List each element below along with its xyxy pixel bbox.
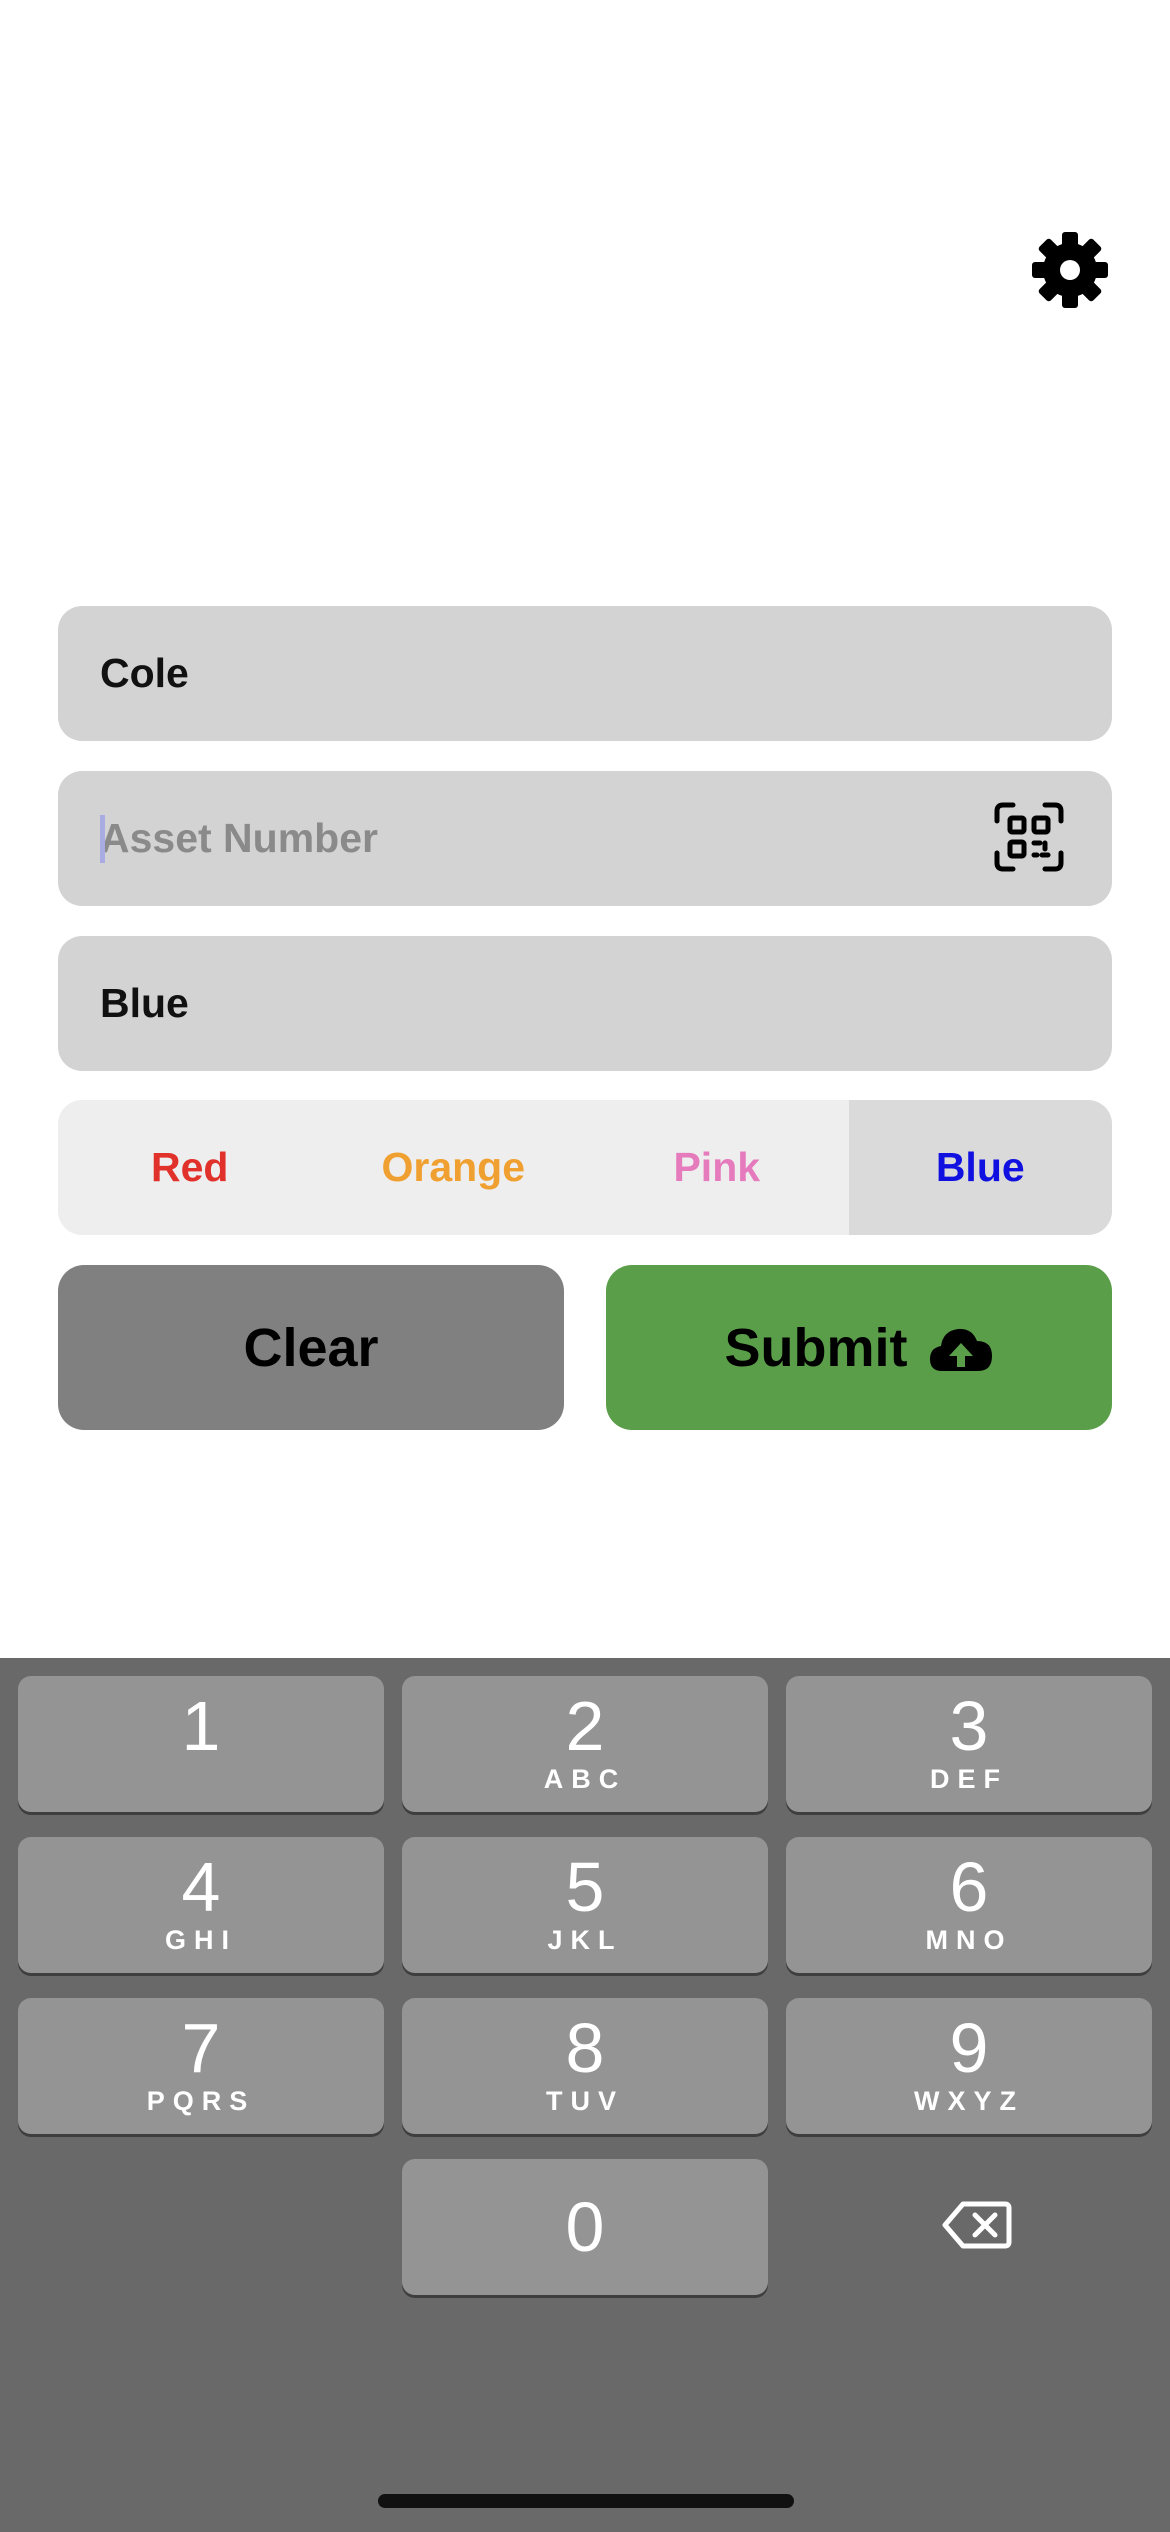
- key-digit: 7: [181, 2009, 221, 2087]
- key-3[interactable]: 3 DEF: [786, 1676, 1152, 1812]
- qr-scan-icon: [994, 802, 1064, 872]
- key-digit: 2: [565, 1687, 605, 1765]
- scan-button[interactable]: [993, 801, 1065, 873]
- key-1[interactable]: 1: [18, 1676, 384, 1812]
- text-caret: [100, 815, 105, 863]
- name-field-value: Cole: [100, 650, 189, 696]
- cloud-upload-icon: [929, 1328, 992, 1371]
- color-segmented-control[interactable]: Red Orange Pink Blue: [58, 1100, 1112, 1235]
- submit-button[interactable]: Submit: [606, 1265, 1112, 1430]
- numeric-keyboard: 1 2 ABC 3 DEF 4 GHI 5 JKL 6 MNO 7 PQRS 8 TUV 9 WXYZ 0: [0, 1658, 1170, 2532]
- key-0[interactable]: 0: [402, 2159, 768, 2295]
- asset-number-field[interactable]: [58, 771, 1112, 906]
- key-digit: 0: [565, 2188, 605, 2266]
- key-4[interactable]: 4 GHI: [18, 1837, 384, 1973]
- gear-icon: [1032, 232, 1108, 308]
- submit-button-label: Submit: [724, 1317, 908, 1378]
- key-letters: JKL: [547, 1925, 623, 1955]
- key-letters: TUV: [546, 2086, 624, 2116]
- name-field[interactable]: Cole: [58, 606, 1112, 741]
- clear-button[interactable]: Clear: [58, 1265, 564, 1430]
- key-2[interactable]: 2 ABC: [402, 1676, 768, 1812]
- key-letters: DEF: [930, 1764, 1008, 1794]
- settings-button[interactable]: [1030, 230, 1110, 310]
- key-digit: 5: [565, 1848, 605, 1926]
- color-option-red[interactable]: Red: [58, 1100, 322, 1235]
- backspace-icon: [942, 2201, 1012, 2249]
- home-indicator: [378, 2494, 794, 2508]
- key-digit: 4: [181, 1848, 221, 1926]
- color-option-blue[interactable]: Blue: [848, 1100, 1112, 1235]
- key-9[interactable]: 9 WXYZ: [786, 1998, 1152, 2134]
- key-letters: MNO: [925, 1925, 1013, 1955]
- key-letters: ABC: [543, 1764, 627, 1794]
- asset-number-input[interactable]: [100, 771, 960, 906]
- key-7[interactable]: 7 PQRS: [18, 1998, 384, 2134]
- key-digit: 9: [949, 2009, 989, 2087]
- key-letters: PQRS: [146, 2086, 256, 2116]
- color-field[interactable]: Blue: [58, 936, 1112, 1071]
- key-digit: 8: [565, 2009, 605, 2087]
- delete-key[interactable]: [941, 2200, 1013, 2250]
- key-digit: 3: [949, 1687, 989, 1765]
- color-field-value: Blue: [100, 980, 189, 1026]
- color-option-pink[interactable]: Pink: [585, 1100, 849, 1235]
- key-digit: 1: [181, 1687, 221, 1765]
- clear-button-label: Clear: [243, 1317, 379, 1378]
- key-letters: WXYZ: [914, 2086, 1024, 2116]
- key-8[interactable]: 8 TUV: [402, 1998, 768, 2134]
- key-5[interactable]: 5 JKL: [402, 1837, 768, 1973]
- key-letters: GHI: [164, 1925, 237, 1955]
- color-option-orange[interactable]: Orange: [322, 1100, 586, 1235]
- key-6[interactable]: 6 MNO: [786, 1837, 1152, 1973]
- key-digit: 6: [949, 1848, 989, 1926]
